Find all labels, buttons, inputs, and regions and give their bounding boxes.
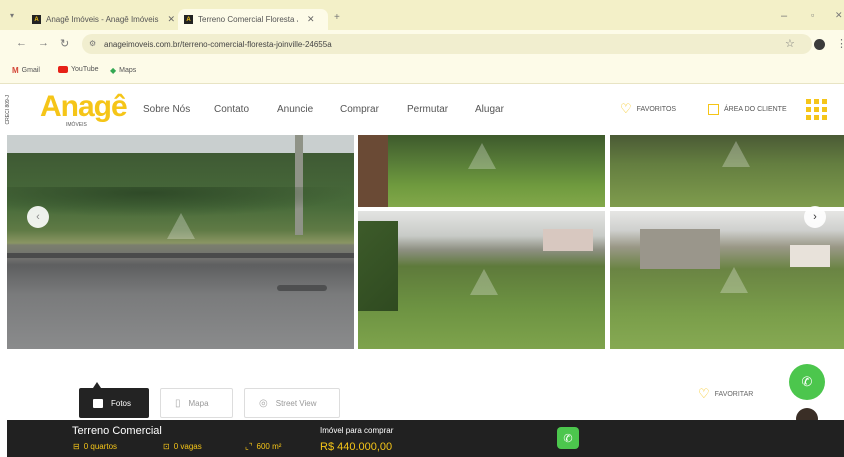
chevron-left-icon: ‹: [36, 211, 40, 223]
door-icon: [708, 104, 719, 115]
main-photo[interactable]: [7, 135, 354, 349]
map-button[interactable]: ▯ Mapa: [160, 388, 233, 418]
whatsapp-contact-button[interactable]: ✆: [557, 427, 579, 449]
restore-icon[interactable]: ▫: [811, 10, 814, 20]
gmail-icon: M: [12, 66, 19, 75]
site-logo[interactable]: Anagê IMÓVEIS: [40, 90, 128, 130]
gallery-next-button[interactable]: ›: [804, 206, 826, 228]
heart-icon: ♡: [698, 386, 710, 401]
building: [640, 229, 720, 269]
map-icon: ▯: [175, 397, 181, 409]
bed-icon: ⊟: [73, 442, 80, 451]
favorites-link[interactable]: ♡ FAVORITOS: [620, 101, 676, 116]
back-icon[interactable]: ←: [16, 37, 27, 49]
site-info-icon[interactable]: ⚙: [89, 39, 96, 48]
watermark-icon: [722, 141, 750, 167]
property-price: R$ 440.000,00: [320, 441, 393, 453]
url-text: anageimoveis.com.br/terreno-comercial-fl…: [104, 39, 332, 49]
heart-icon: ♡: [620, 101, 632, 116]
house: [543, 229, 593, 251]
area-info: ⌞⌝ 600 m²: [245, 442, 282, 451]
forward-icon[interactable]: →: [38, 37, 49, 49]
youtube-icon: [58, 66, 68, 73]
house: [790, 245, 830, 267]
pothole: [277, 285, 327, 291]
site-header: CRECI 809-J Anagê IMÓVEIS Sobre Nós Cont…: [0, 85, 844, 135]
bookmarks-bar: M Gmail YouTube ◆ Maps: [0, 58, 844, 84]
nav-comprar[interactable]: Comprar: [340, 104, 379, 115]
whatsapp-icon: ✆: [801, 374, 813, 389]
street-view-icon: ◎: [259, 397, 268, 409]
bookmark-star-icon[interactable]: ☆: [785, 37, 795, 50]
watermark-icon: [468, 143, 496, 169]
maps-icon: ◆: [110, 66, 117, 75]
tab-title: Anagê Imóveis - Anagê Imóveis: [46, 15, 159, 24]
favoritar-button[interactable]: ♡ FAVORITAR: [698, 386, 753, 402]
gallery-prev-button[interactable]: ‹: [27, 206, 49, 228]
chevron-right-icon: ›: [813, 211, 817, 223]
property-title: Terreno Comercial: [72, 425, 162, 437]
bookmark-maps[interactable]: ◆ Maps: [110, 66, 136, 75]
bookmark-youtube[interactable]: YouTube: [58, 66, 99, 73]
browser-tab-active[interactable]: A Terreno Comercial Floresta Joinville ✕: [178, 9, 328, 30]
browser-tab-inactive[interactable]: A Anagê Imóveis - Anagê Imóveis ✕: [26, 9, 176, 30]
browser-menu-icon[interactable]: ⋮: [836, 37, 844, 50]
photo-gallery: ‹ ›: [7, 135, 844, 349]
car-icon: ⊡: [163, 442, 170, 451]
close-tab-icon[interactable]: ✕: [168, 14, 176, 25]
parking-info: ⊡ 0 vagas: [163, 442, 202, 451]
gallery-photo-4[interactable]: [358, 211, 605, 349]
creci-badge: CRECI 809-J: [5, 95, 11, 125]
close-tab-icon[interactable]: ✕: [307, 14, 315, 25]
watermark-icon: [720, 267, 748, 293]
nav-permutar[interactable]: Permutar: [407, 104, 448, 115]
watermark-icon: [167, 213, 195, 239]
whatsapp-float-button[interactable]: ✆: [789, 364, 825, 400]
close-window-icon[interactable]: ✕: [835, 10, 843, 21]
site-favicon-icon: A: [32, 15, 41, 24]
for-sale-label: Imóvel para comprar: [320, 426, 394, 435]
photo-icon: [93, 398, 103, 408]
area-icon: ⌞⌝: [245, 442, 253, 451]
watermark-icon: [470, 269, 498, 295]
active-pointer: [93, 382, 101, 388]
new-tab-icon[interactable]: +: [334, 12, 340, 23]
browser-address-row: ← → ↻ ⚙ anageimoveis.com.br/terreno-come…: [0, 30, 844, 58]
gallery-photo-5[interactable]: [610, 211, 844, 349]
gallery-photo-2[interactable]: [358, 135, 605, 207]
address-bar[interactable]: ⚙ anageimoveis.com.br/terreno-comercial-…: [82, 34, 812, 54]
apps-grid-icon[interactable]: [806, 99, 827, 120]
bookmark-gmail[interactable]: M Gmail: [12, 66, 40, 75]
bedrooms-info: ⊟ 0 quartos: [73, 442, 118, 451]
tab-title: Terreno Comercial Floresta Joinville: [198, 15, 298, 24]
property-summary-bar: Terreno Comercial ⊟ 0 quartos ⊡ 0 vagas …: [7, 420, 844, 457]
utility-pole: [295, 135, 303, 235]
nav-anuncie[interactable]: Anuncie: [277, 104, 313, 115]
site-favicon-icon: A: [184, 15, 193, 24]
nav-sobre-nos[interactable]: Sobre Nós: [143, 104, 190, 115]
nav-alugar[interactable]: Alugar: [475, 104, 504, 115]
whatsapp-icon: ✆: [563, 432, 573, 445]
reload-icon[interactable]: ↻: [60, 37, 69, 50]
nav-contato[interactable]: Contato: [214, 104, 249, 115]
client-area-link[interactable]: ÁREA DO CLIENTE: [708, 104, 787, 115]
street-view-button[interactable]: ◎ Street View: [244, 388, 340, 418]
browser-tab-bar: ▾ A Anagê Imóveis - Anagê Imóveis ✕ A Te…: [0, 0, 844, 30]
profile-avatar-icon[interactable]: [814, 39, 825, 50]
tab-list-icon[interactable]: ▾: [10, 11, 14, 20]
minimize-icon[interactable]: –: [781, 10, 787, 22]
gallery-photo-3[interactable]: [610, 135, 844, 207]
photos-button[interactable]: Fotos: [79, 388, 149, 418]
